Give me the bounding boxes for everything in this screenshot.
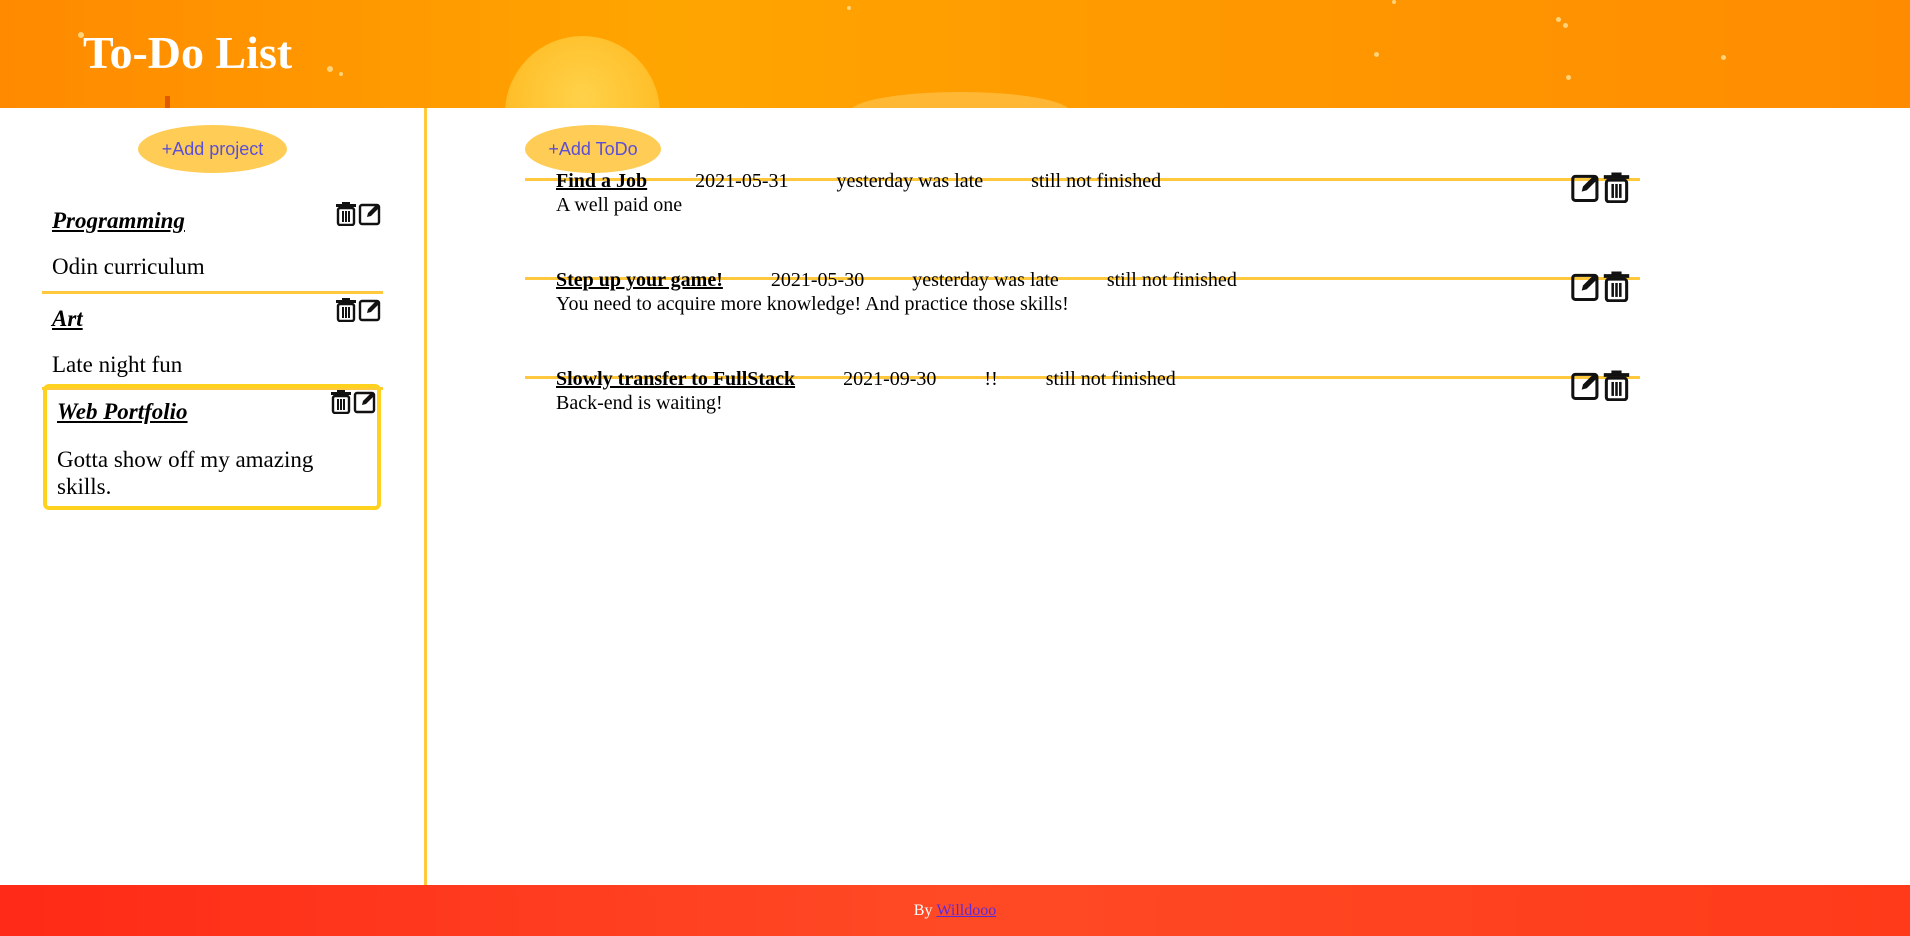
decor-dot [1392,0,1396,4]
trash-icon[interactable] [1601,368,1632,401]
author-link[interactable]: Willdooo [936,902,996,920]
decor-dot [327,66,333,72]
footer: By Willdooo [0,885,1910,936]
project-item-selected[interactable]: Web Portfolio Gotta show off my amazing … [43,384,381,510]
edit-icon[interactable] [358,296,382,322]
project-item[interactable]: Art Late night fun [42,294,383,390]
todo-date: 2021-09-30 [843,368,937,390]
project-description: Odin curriculum [52,254,205,279]
todo-item[interactable]: Slowly transfer to FullStack 2021-09-30 … [525,280,1640,414]
project-actions [334,296,382,322]
header-mark-decoration [165,96,170,108]
decor-dot [339,72,343,76]
project-description: Gotta show off my amazing skills. [57,447,314,499]
todo-finish-status: still not finished [1045,368,1176,390]
project-title[interactable]: Web Portfolio [57,399,188,425]
decor-dot [1556,17,1561,22]
todo-item[interactable]: Find a Job 2021-05-31 yesterday was late… [525,82,1640,216]
decor-dot [1563,23,1568,28]
trash-icon[interactable] [334,296,358,322]
page-title: To-Do List [83,27,293,78]
edit-icon[interactable] [358,200,382,226]
todo-due-status: !! [984,368,998,390]
project-actions [334,200,382,226]
project-description: Late night fun [52,352,183,377]
footer-by-label: By [913,901,933,919]
todo-info-row: Slowly transfer to FullStack 2021-09-30 … [556,368,1224,391]
todo-title[interactable]: Slowly transfer to FullStack [556,368,795,391]
trash-icon[interactable] [329,388,353,414]
todo-description: Back-end is waiting! [556,392,723,414]
project-title[interactable]: Programming [52,208,185,234]
trash-icon[interactable] [334,200,358,226]
decor-dot [1721,55,1726,60]
todo-actions [1570,368,1632,401]
decor-dot [1374,52,1379,57]
edit-icon[interactable] [353,388,377,414]
edit-icon[interactable] [1570,368,1601,401]
decor-dot [847,6,851,10]
project-title[interactable]: Art [52,306,83,332]
project-actions [329,388,377,414]
todo-item[interactable]: Step up your game! 2021-05-30 yesterday … [525,181,1640,315]
add-project-button[interactable]: +Add project [138,125,287,173]
todo-main-panel: +Add ToDo Find a Job 2021-05-31 yesterda… [430,108,1910,885]
decor-dot [1566,75,1571,80]
project-sidebar: +Add project Programming Odin curriculum… [0,108,427,885]
project-item[interactable]: Programming Odin curriculum [42,192,383,294]
